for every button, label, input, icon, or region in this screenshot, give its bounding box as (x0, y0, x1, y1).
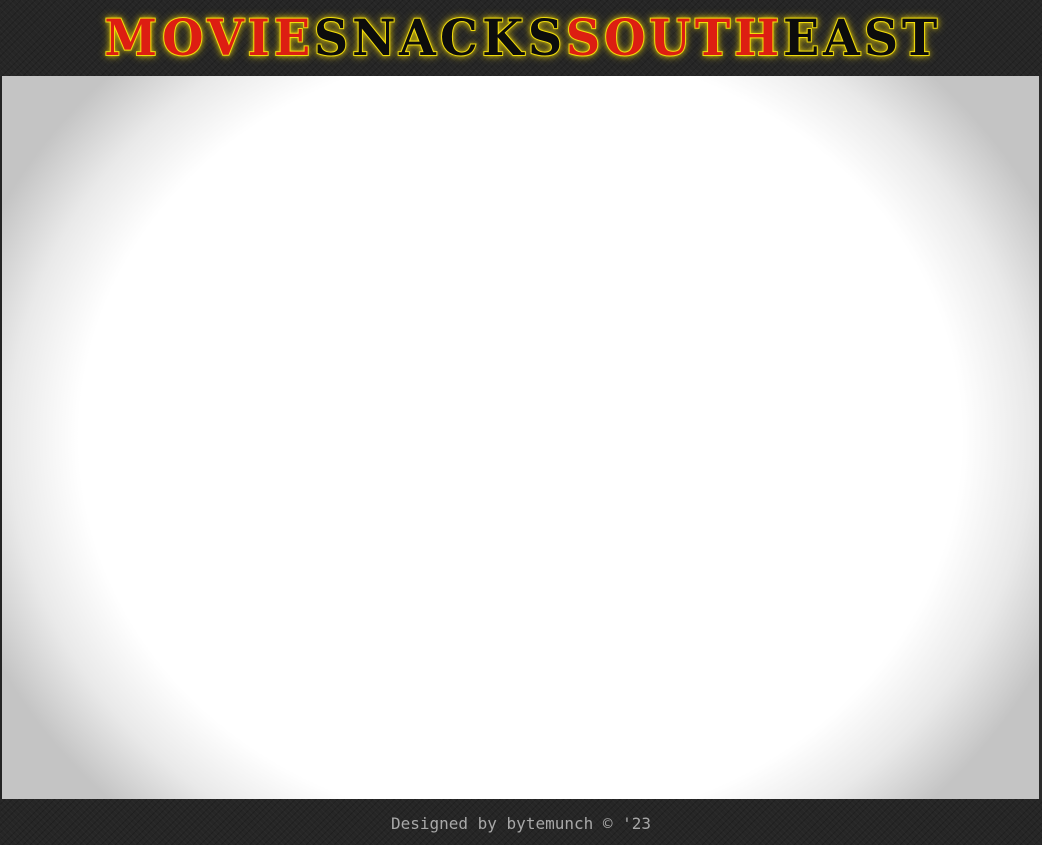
logo-letter: K (481, 8, 524, 67)
footer-credit: Designed by bytemunch © '23 (390, 814, 652, 833)
logo-letter: T (694, 8, 731, 67)
logo-letter: C (439, 8, 479, 67)
logo-letter: N (351, 8, 396, 67)
logo-letter: H (733, 8, 780, 67)
logo-letter: M (104, 8, 159, 67)
logo-letter: E (273, 8, 311, 67)
logo-letter: A (398, 8, 437, 67)
logo-letter: O (161, 8, 204, 67)
site-header: MOVIE SNACKS SOUTH EAST (0, 0, 1042, 76)
logo-letter: A (823, 8, 862, 67)
logo-letter: O (603, 8, 646, 67)
logo-letter: V (206, 8, 245, 67)
logo-letter: E (782, 8, 820, 67)
logo-letter: S (313, 8, 349, 67)
logo-word-snacks: SNACKS (312, 8, 564, 67)
logo-letter: U (648, 8, 691, 67)
logo-letter: T (901, 8, 938, 67)
logo-letter: S (863, 8, 899, 67)
marquee-logo[interactable]: MOVIE SNACKS SOUTH EAST (102, 10, 939, 66)
logo-letter: S (526, 8, 562, 67)
logo-word-movie: MOVIE (102, 8, 311, 67)
site-footer: Designed by bytemunch © '23 (0, 799, 1042, 845)
logo-letter: I (247, 8, 271, 67)
logo-word-east: EAST (781, 8, 939, 67)
logo-letter: S (565, 8, 601, 67)
logo-word-south: SOUTH (564, 8, 782, 67)
main-stage-area (2, 76, 1039, 799)
